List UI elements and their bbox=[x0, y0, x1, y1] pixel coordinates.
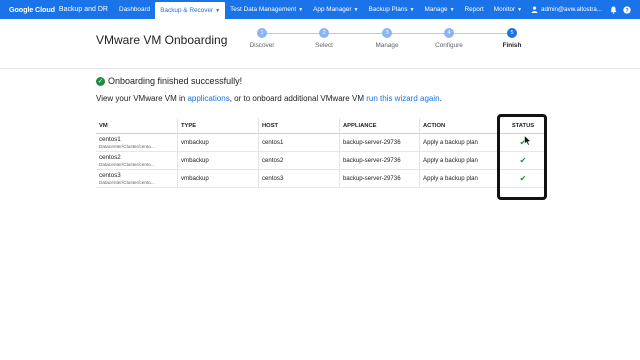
account-menu[interactable]: admin@avw.altostra... bbox=[527, 6, 606, 13]
run-wizard-again-link[interactable]: run this wizard again bbox=[366, 94, 439, 103]
nav-test-data-management[interactable]: Test Data Management ▼ bbox=[225, 0, 308, 19]
help-icon[interactable]: ? bbox=[620, 5, 634, 14]
desc-text: . bbox=[439, 94, 442, 103]
table-header: VM TYPE HOST APPLIANCE ACTION STATUS bbox=[96, 117, 546, 134]
nav-report[interactable]: Report bbox=[460, 0, 489, 19]
vm-path: Datacenter/Cluster/cento... bbox=[99, 144, 155, 149]
col-type-header[interactable]: TYPE bbox=[177, 117, 258, 134]
action-cell: Apply a backup plan bbox=[419, 133, 499, 152]
step-discover: 1 Discover bbox=[232, 28, 292, 49]
nav-label: Backup & Recover bbox=[160, 7, 214, 14]
table-row[interactable]: centos2 Datacenter/Cluster/cento... vmba… bbox=[96, 151, 546, 170]
step-number: 1 bbox=[257, 28, 267, 38]
desc-text: , or to onboard additional VMware VM bbox=[229, 94, 367, 103]
step-label: Manage bbox=[375, 42, 399, 49]
status-column-highlight bbox=[497, 114, 547, 200]
nav-label: App Manager bbox=[313, 6, 352, 13]
chevron-down-icon: ▼ bbox=[517, 6, 523, 13]
brand[interactable]: Google Cloud Backup and DR bbox=[0, 5, 108, 14]
step-configure: 4 Configure bbox=[419, 28, 479, 49]
nav-label: Monitor bbox=[493, 6, 516, 13]
mouse-pointer-icon bbox=[524, 135, 532, 146]
col-vm-header[interactable]: VM bbox=[96, 118, 177, 134]
nav-manage[interactable]: Manage ▼ bbox=[420, 0, 460, 19]
page-header: VMware VM Onboarding 1 Discover 2 Select… bbox=[0, 19, 640, 69]
step-label: Finish bbox=[502, 42, 522, 49]
chevron-down-icon: ▼ bbox=[449, 6, 455, 13]
step-label: Configure bbox=[435, 42, 463, 49]
nav-dashboard[interactable]: Dashboard bbox=[114, 0, 155, 19]
action-cell: Apply a backup plan bbox=[419, 151, 499, 170]
col-action-header[interactable]: ACTION bbox=[419, 117, 499, 134]
vm-cell: centos1 Datacenter/Cluster/cento... bbox=[96, 134, 177, 152]
user-icon bbox=[527, 6, 541, 13]
col-host-header[interactable]: HOST bbox=[258, 117, 339, 134]
nav-backup-plans[interactable]: Backup Plans ▼ bbox=[363, 0, 419, 19]
vm-path: Datacenter/Cluster/cento... bbox=[99, 180, 155, 185]
table-row[interactable]: centos3 Datacenter/Cluster/cento... vmba… bbox=[96, 169, 546, 188]
nav-label: Test Data Management bbox=[230, 6, 297, 13]
host-cell: centos3 bbox=[258, 169, 339, 188]
vm-cell: centos3 Datacenter/Cluster/cento... bbox=[96, 170, 177, 188]
type-cell: vmbackup bbox=[177, 169, 258, 188]
chevron-down-icon: ▼ bbox=[353, 6, 359, 13]
nav-backup-recover[interactable]: Backup & Recover ▼ bbox=[155, 2, 226, 19]
vm-name: centos1 bbox=[99, 136, 121, 143]
brand-logo: Google Cloud bbox=[9, 5, 55, 14]
account-email: admin@avw.altostra... bbox=[541, 6, 602, 13]
desc-text: View your VMware VM in bbox=[96, 94, 188, 103]
col-appliance-header[interactable]: APPLIANCE bbox=[339, 117, 419, 134]
success-banner: ✓ Onboarding finished successfully! bbox=[96, 76, 242, 86]
nav-label: Dashboard bbox=[118, 6, 151, 13]
step-number: 2 bbox=[319, 28, 329, 38]
appliance-cell: backup-server-29736 bbox=[339, 133, 419, 152]
onboarding-results-table: VM TYPE HOST APPLIANCE ACTION STATUS cen… bbox=[96, 117, 546, 188]
nav-monitor[interactable]: Monitor ▼ bbox=[489, 0, 527, 19]
nav-right: admin@avw.altostra... ? bbox=[527, 0, 640, 19]
step-finish: 5 Finish bbox=[482, 28, 542, 49]
vm-name: centos3 bbox=[99, 172, 121, 179]
host-cell: centos2 bbox=[258, 151, 339, 170]
step-number: 3 bbox=[382, 28, 392, 38]
vm-name: centos2 bbox=[99, 154, 121, 161]
step-select: 2 Select bbox=[294, 28, 354, 49]
chevron-down-icon: ▼ bbox=[298, 6, 304, 13]
step-manage: 3 Manage bbox=[357, 28, 417, 49]
step-number: 5 bbox=[507, 28, 517, 38]
top-nav: Google Cloud Backup and DR Dashboard Bac… bbox=[0, 0, 640, 19]
success-message: Onboarding finished successfully! bbox=[108, 76, 243, 86]
appliance-cell: backup-server-29736 bbox=[339, 169, 419, 188]
product-name: Backup and DR bbox=[58, 6, 108, 13]
type-cell: vmbackup bbox=[177, 133, 258, 152]
vm-cell: centos2 Datacenter/Cluster/cento... bbox=[96, 152, 177, 170]
bell-icon[interactable] bbox=[606, 6, 620, 14]
nav-label: Report bbox=[464, 6, 484, 13]
page-title: VMware VM Onboarding bbox=[96, 33, 228, 47]
chevron-down-icon: ▼ bbox=[215, 7, 221, 14]
type-cell: vmbackup bbox=[177, 151, 258, 170]
step-label: Select bbox=[315, 42, 333, 49]
svg-text:?: ? bbox=[625, 8, 629, 14]
step-number: 4 bbox=[444, 28, 454, 38]
nav-label: Manage bbox=[424, 6, 448, 13]
chevron-down-icon: ▼ bbox=[409, 6, 415, 13]
nav-app-manager[interactable]: App Manager ▼ bbox=[308, 0, 363, 19]
action-cell: Apply a backup plan bbox=[419, 169, 499, 188]
vm-path: Datacenter/Cluster/cento... bbox=[99, 162, 155, 167]
step-label: Discover bbox=[249, 42, 275, 49]
table-row[interactable]: centos1 Datacenter/Cluster/cento... vmba… bbox=[96, 133, 546, 152]
success-description: View your VMware VM in applications, or … bbox=[96, 94, 442, 103]
host-cell: centos1 bbox=[258, 133, 339, 152]
nav-label: Backup Plans bbox=[368, 6, 408, 13]
success-check-icon: ✓ bbox=[96, 76, 105, 86]
applications-link[interactable]: applications bbox=[187, 94, 229, 103]
appliance-cell: backup-server-29736 bbox=[339, 151, 419, 170]
